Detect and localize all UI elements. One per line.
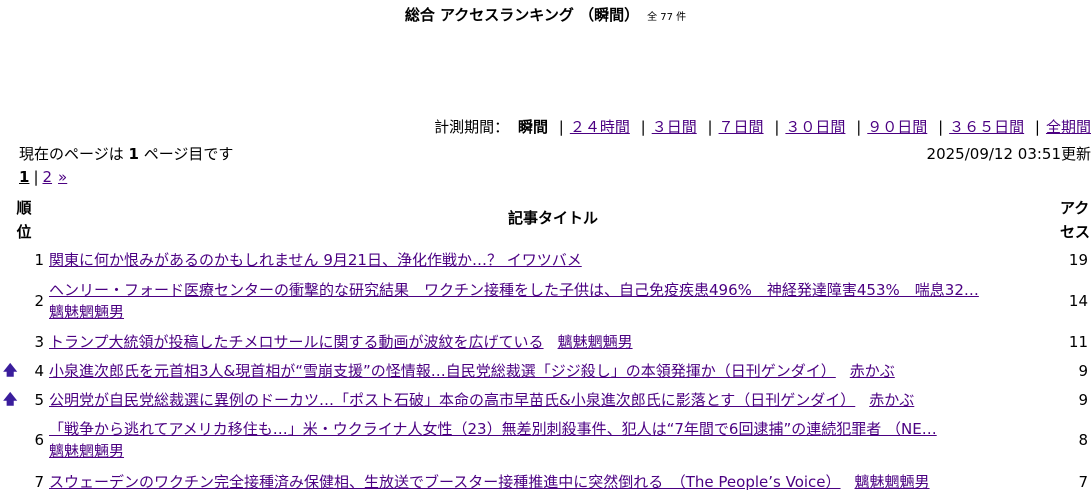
row-title: 公明党が自民党総裁選に異例のドーカツ…「ポスト石破」本命の高市早苗氏&小泉進次郎… — [49, 389, 1049, 411]
pager-page-2-link[interactable]: 2 — [43, 168, 53, 186]
row-access-count: 7 — [1078, 473, 1088, 491]
separator: | — [1034, 118, 1040, 136]
author-link[interactable]: 魑魅魍魎男 — [558, 333, 633, 351]
row-rank: 7 — [34, 473, 44, 491]
row-rank: 6 — [34, 431, 44, 449]
row-title: 関東に何か恨みがあるのかもしれません 9月21日、浄化作戦か…？ イワツバメ — [49, 249, 1049, 271]
ranking-title: 総合 アクセスランキング （瞬間） 全 77 件 — [0, 4, 1091, 25]
article-link[interactable]: スウェーデンのワクチン完全接種済み保健相、生放送でブースター接種推進中に突然倒れ… — [49, 473, 841, 491]
article-link[interactable]: 「戦争から逃れてアメリカ移住も…」米・ウクライナ人女性（23）無差別刺殺事件、犯… — [49, 420, 937, 438]
access-header-line1: アク — [1060, 199, 1090, 217]
row-title: ヘンリー・フォード医療センターの衝撃的な研究結果 ワクチン接種をした子供は、自己… — [49, 279, 1049, 323]
row-title: 小泉進次郎氏を元首相3人&現首相が“雪崩支援”の怪情報…自民党総裁選「ジジ殺し」… — [49, 360, 1049, 382]
article-link[interactable]: トランプ大統領が投稿したチメロサールに関する動画が波紋を広げている — [49, 333, 544, 351]
rank-header-line2: 位 — [16, 223, 32, 241]
row-access-count: 14 — [1068, 292, 1088, 310]
row-rank: 1 — [34, 251, 44, 269]
period-90d-link[interactable]: ９０日間 — [867, 118, 927, 136]
row-title: トランプ大統領が投稿したチメロサールに関する動画が波紋を広げている 魑魅魍魎男 — [49, 331, 1049, 353]
article-link[interactable]: 関東に何か恨みがあるのかもしれません 9月21日、浄化作戦か…？ イワツバメ — [49, 251, 582, 269]
updated-timestamp: 2025/09/12 03:51更新 — [926, 145, 1091, 163]
row-title: 「戦争から逃れてアメリカ移住も…」米・ウクライナ人女性（23）無差別刺殺事件、犯… — [49, 418, 1049, 462]
separator: | — [640, 118, 646, 136]
separator: | — [33, 168, 39, 186]
period-30d-link[interactable]: ３０日間 — [785, 118, 845, 136]
period-current: 瞬間 — [517, 118, 548, 136]
period-label: 計測期間： — [434, 118, 510, 136]
pagination: 1 | 2 » — [19, 168, 73, 186]
period-365d-link[interactable]: ３６５日間 — [949, 118, 1024, 136]
author-link[interactable]: 赤かぶ — [850, 362, 895, 380]
rank-up-icon: 🡅 — [3, 392, 18, 408]
row-rank: 5 — [34, 391, 44, 409]
page-info-number: 1 — [128, 145, 139, 163]
pager-next-link[interactable]: » — [58, 168, 67, 186]
column-header-rank: 順 位 — [12, 196, 36, 244]
row-rank: 4 — [34, 362, 44, 380]
access-header-line2: セス — [1060, 223, 1091, 241]
rank-up-icon: 🡅 — [3, 363, 18, 379]
page-info-prefix: 現在のページは — [19, 145, 124, 163]
row-rank: 2 — [34, 292, 44, 310]
row-rank: 3 — [34, 333, 44, 351]
column-header-access: アク セス — [1060, 196, 1091, 244]
row-access-count: 8 — [1078, 431, 1088, 449]
pager-current-page: 1 — [19, 168, 30, 186]
period-7d-link[interactable]: ７日間 — [719, 118, 764, 136]
separator: | — [774, 118, 780, 136]
author-link[interactable]: 魑魅魍魎男 — [49, 442, 124, 460]
period-all-link[interactable]: 全期間 — [1046, 118, 1091, 136]
author-link[interactable]: 魑魅魍魎男 — [49, 303, 124, 321]
page-info-suffix: ページ目です — [143, 145, 234, 163]
article-link[interactable]: 公明党が自民党総裁選に異例のドーカツ…「ポスト石破」本命の高市早苗氏&小泉進次郎… — [49, 391, 855, 409]
separator: | — [558, 118, 564, 136]
period-selector: 計測期間： 瞬間 | ２４時間 | ３日間 | ７日間 | ３０日間 | ９０日間 | ３６… — [434, 117, 1091, 137]
row-access-count: 19 — [1068, 251, 1088, 269]
row-access-count: 9 — [1078, 362, 1088, 380]
rank-header-line1: 順 — [16, 199, 32, 217]
separator: | — [707, 118, 713, 136]
separator: | — [938, 118, 944, 136]
author-link[interactable]: 魑魅魍魎男 — [855, 473, 930, 491]
author-link[interactable]: 赤かぶ — [869, 391, 914, 409]
period-24h-link[interactable]: ２４時間 — [570, 118, 630, 136]
article-link[interactable]: 小泉進次郎氏を元首相3人&現首相が“雪崩支援”の怪情報…自民党総裁選「ジジ殺し」… — [49, 362, 836, 380]
row-title: スウェーデンのワクチン完全接種済み保健相、生放送でブースター接種推進中に突然倒れ… — [49, 471, 1049, 493]
total-count: 全 77 件 — [647, 12, 687, 23]
separator: | — [856, 118, 862, 136]
column-header-title: 記事タイトル — [507, 209, 598, 227]
article-link[interactable]: ヘンリー・フォード医療センターの衝撃的な研究結果 ワクチン接種をした子供は、自己… — [49, 281, 979, 299]
period-3d-link[interactable]: ３日間 — [652, 118, 697, 136]
page-title: 総合 アクセスランキング （瞬間） — [404, 6, 640, 24]
row-access-count: 11 — [1068, 333, 1088, 351]
page-info: 現在のページは 1 ページ目です — [19, 143, 233, 164]
row-access-count: 9 — [1078, 391, 1088, 409]
